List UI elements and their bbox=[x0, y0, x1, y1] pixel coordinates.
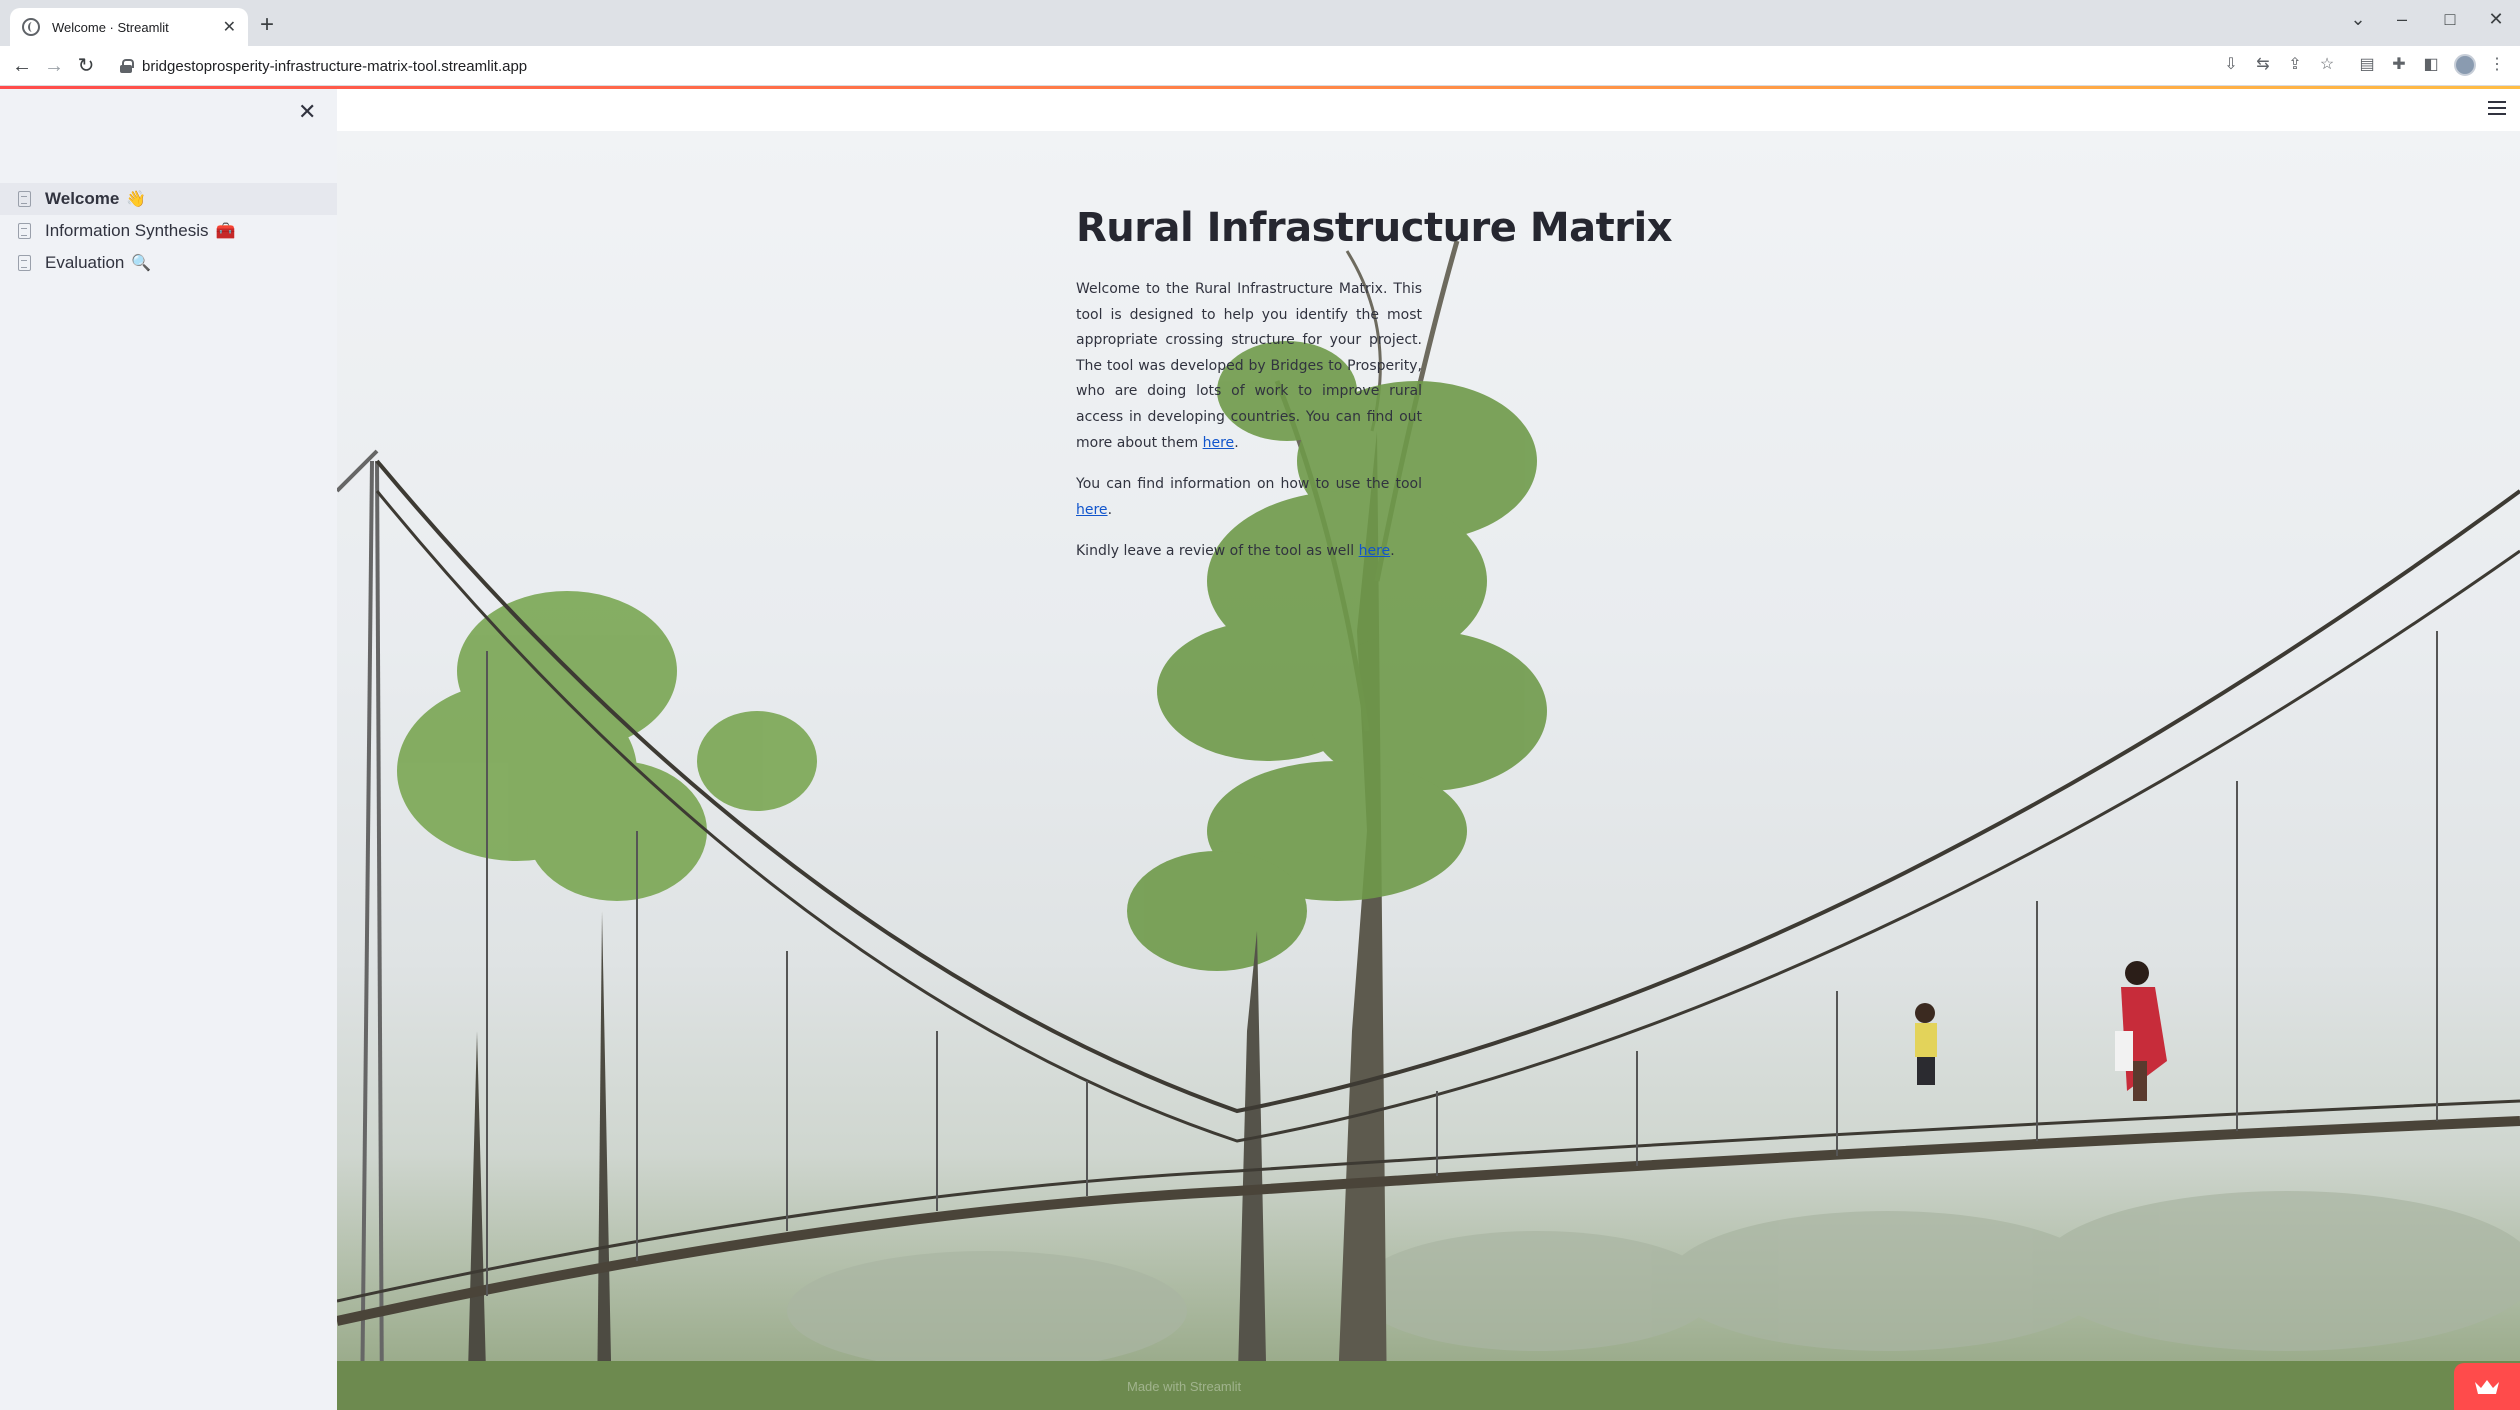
browser-tabstrip: Welcome · Streamlit ✕ + ⌄ – □ ✕ bbox=[0, 0, 2520, 46]
globe-icon bbox=[22, 18, 40, 36]
sidebar: ✕ Welcome 👋 Information Synthesis 🧰 Eval… bbox=[0, 89, 337, 1410]
page-icon bbox=[18, 223, 31, 239]
sidebar-item-label: Welcome bbox=[45, 189, 120, 208]
usage-link[interactable]: here bbox=[1076, 502, 1108, 518]
page-icon bbox=[18, 191, 31, 207]
welcome-content: Rural Infrastructure Matrix Welcome to t… bbox=[1076, 205, 1673, 581]
about-link[interactable]: here bbox=[1203, 435, 1235, 451]
toolbox-icon: 🧰 bbox=[215, 223, 236, 240]
url-text: bridgestoprosperity-infrastructure-matri… bbox=[142, 57, 528, 75]
reading-list-icon[interactable]: ▤ bbox=[2354, 52, 2380, 78]
reload-button[interactable]: ↻ bbox=[72, 52, 100, 80]
sidebar-item-welcome[interactable]: Welcome 👋 bbox=[0, 183, 337, 215]
tab-title: Welcome · Streamlit bbox=[52, 19, 169, 35]
back-button[interactable]: ← bbox=[8, 52, 36, 80]
bridge-background-image bbox=[337, 131, 2520, 1410]
lock-icon bbox=[120, 59, 134, 73]
sidebar-item-label: Information Synthesis bbox=[45, 221, 209, 240]
sidebar-item-evaluation[interactable]: Evaluation 🔍 bbox=[0, 247, 337, 279]
browser-tab[interactable]: Welcome · Streamlit ✕ bbox=[10, 8, 248, 46]
streamlit-crown-badge[interactable] bbox=[2454, 1363, 2520, 1410]
close-tab-icon[interactable]: ✕ bbox=[223, 17, 236, 37]
main-area: Rural Infrastructure Matrix Welcome to t… bbox=[337, 89, 2520, 1410]
close-window-button[interactable]: ✕ bbox=[2476, 4, 2516, 34]
page-title: Rural Infrastructure Matrix bbox=[1076, 205, 1673, 251]
close-sidebar-icon[interactable]: ✕ bbox=[298, 99, 316, 125]
browser-menu-icon[interactable]: ⋮ bbox=[2484, 52, 2510, 78]
crown-icon bbox=[2475, 1379, 2499, 1394]
address-bar[interactable]: bridgestoprosperity-infrastructure-matri… bbox=[110, 50, 2210, 82]
sidebar-nav: Welcome 👋 Information Synthesis 🧰 Evalua… bbox=[0, 183, 337, 279]
hamburger-menu-icon[interactable] bbox=[2488, 101, 2506, 119]
new-tab-button[interactable]: + bbox=[260, 10, 274, 40]
sidebar-item-label: Evaluation bbox=[45, 253, 125, 272]
page-icon bbox=[18, 255, 31, 271]
side-panel-icon[interactable]: ◧ bbox=[2418, 52, 2444, 78]
browser-toolbar: ← → ↻ bridgestoprosperity-infrastructure… bbox=[0, 46, 2520, 86]
profile-avatar[interactable] bbox=[2454, 54, 2476, 76]
intro-paragraph: Welcome to the Rural Infrastructure Matr… bbox=[1076, 281, 1422, 451]
magnifier-icon: 🔍 bbox=[131, 255, 152, 272]
footer-text[interactable]: Made with Streamlit bbox=[1127, 1379, 1241, 1394]
share-icon[interactable]: ⇪ bbox=[2282, 52, 2308, 78]
install-app-icon[interactable]: ⇩ bbox=[2218, 52, 2244, 78]
tab-search-icon[interactable]: ⌄ bbox=[2338, 4, 2378, 34]
review-link[interactable]: here bbox=[1359, 543, 1391, 559]
bookmark-star-icon[interactable]: ☆ bbox=[2314, 52, 2340, 78]
waving-hand-icon: 👋 bbox=[126, 191, 147, 208]
usage-paragraph: You can find information on how to use t… bbox=[1076, 476, 1422, 518]
minimize-button[interactable]: – bbox=[2382, 4, 2422, 34]
translate-icon[interactable]: ⇆ bbox=[2250, 52, 2276, 78]
maximize-button[interactable]: □ bbox=[2430, 4, 2470, 34]
forward-button[interactable]: → bbox=[40, 52, 68, 80]
app-header bbox=[337, 89, 2520, 131]
extensions-icon[interactable]: ✚ bbox=[2386, 52, 2412, 78]
sidebar-item-information-synthesis[interactable]: Information Synthesis 🧰 bbox=[0, 215, 337, 247]
review-paragraph: Kindly leave a review of the tool as wel… bbox=[1076, 543, 1395, 560]
